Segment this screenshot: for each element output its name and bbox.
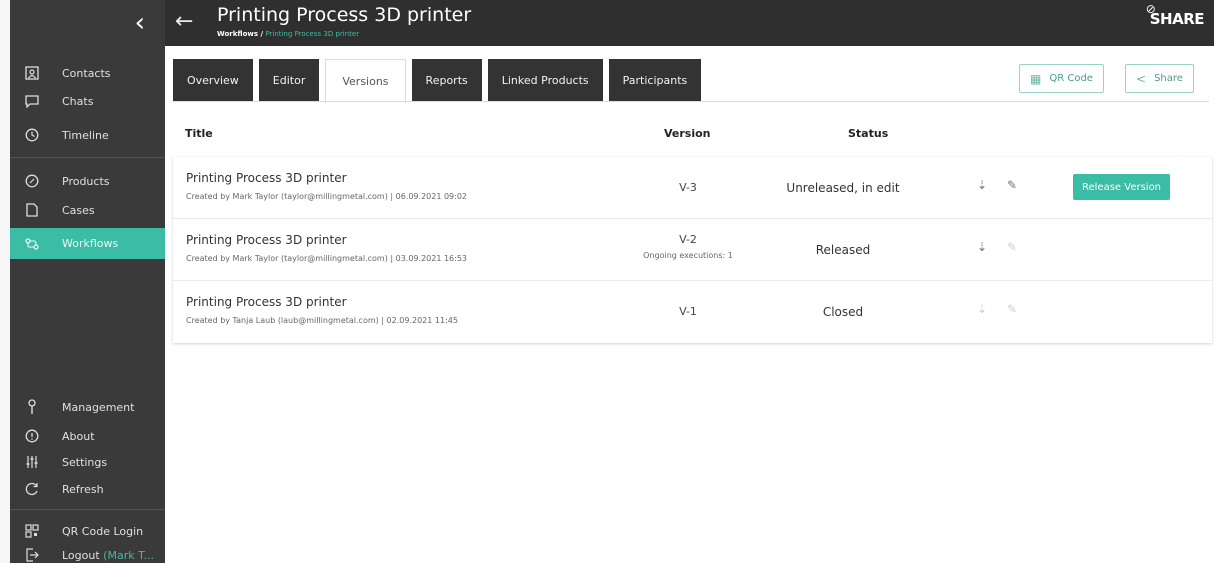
sidebar-item-label: Management: [62, 400, 135, 414]
column-header-version: Version: [664, 127, 711, 140]
cases-icon: [24, 202, 40, 218]
table-row[interactable]: Printing Process 3D printer Created by T…: [173, 281, 1212, 343]
column-header-title: Title: [185, 127, 213, 140]
pencil-icon: ✎: [1007, 240, 1018, 254]
tab-versions[interactable]: Versions: [325, 59, 406, 103]
row-title: Printing Process 3D printer: [186, 171, 347, 185]
tabs-divider: [173, 101, 1209, 102]
sidebar-item-refresh[interactable]: Refresh: [10, 475, 165, 503]
column-header-status: Status: [848, 127, 889, 140]
sidebar-item-label: Logout (Mark T...: [62, 549, 154, 562]
row-title: Printing Process 3D printer: [186, 233, 347, 247]
breadcrumb: Workflows / Printing Process 3D printer: [217, 30, 359, 38]
sidebar-item-label: About: [62, 429, 95, 443]
sidebar-item-label: Cases: [62, 203, 95, 217]
tab-bar: Overview Editor Versions Reports Linked …: [173, 59, 707, 103]
chat-icon: [24, 93, 40, 109]
logout-label: Logout: [62, 548, 100, 562]
sidebar-item-products[interactable]: Products: [10, 167, 165, 195]
qr-code-label: QR Code: [1049, 73, 1093, 84]
row-version: V-1: [679, 305, 697, 318]
sidebar-collapse-button[interactable]: ‹: [10, 0, 165, 46]
share-icon: <: [1136, 71, 1147, 86]
row-status: Unreleased, in edit: [786, 181, 900, 195]
row-meta: Created by Tanja Laub (laub@millingmetal…: [186, 316, 458, 325]
sidebar-item-cases[interactable]: Cases: [10, 196, 165, 224]
sidebar-item-management[interactable]: Management: [10, 393, 165, 421]
tab-overview[interactable]: Overview: [173, 59, 253, 101]
window-edge: [0, 0, 10, 563]
info-icon: [24, 428, 40, 444]
sort-icon: ⇣: [977, 302, 988, 316]
share-button[interactable]: < Share: [1125, 64, 1194, 93]
tab-linked-products[interactable]: Linked Products: [487, 59, 603, 101]
qr-icon: ▦: [1030, 71, 1042, 86]
sliders-icon: [24, 454, 40, 470]
pencil-icon[interactable]: ✎: [1007, 178, 1017, 192]
back-arrow-icon[interactable]: ←: [175, 9, 193, 34]
sidebar-item-label: QR Code Login: [62, 524, 144, 538]
sidebar-item-timeline[interactable]: Timeline: [10, 121, 165, 149]
row-version-note: Ongoing executions: 1: [643, 251, 733, 260]
workflows-icon: [24, 236, 40, 252]
qr-code-button[interactable]: ▦ QR Code: [1019, 64, 1104, 93]
row-title: Printing Process 3D printer: [186, 295, 347, 309]
row-status: Closed: [822, 305, 864, 319]
logout-icon: [24, 547, 40, 563]
sidebar-divider: [10, 157, 165, 158]
sidebar-item-label: Settings: [62, 455, 108, 469]
table-row[interactable]: Printing Process 3D printer Created by M…: [173, 219, 1212, 281]
contacts-icon: [24, 65, 40, 81]
row-meta: Created by Mark Taylor (taylor@millingme…: [186, 254, 468, 263]
sidebar-item-label: Products: [62, 174, 110, 188]
sidebar-divider: [10, 509, 165, 510]
table-row[interactable]: Printing Process 3D printer Created by M…: [173, 157, 1212, 219]
logo-mark-icon: ⊘: [1145, 2, 1156, 16]
logout-user: (Mark T...: [103, 548, 154, 562]
sidebar-item-label: Contacts: [62, 66, 111, 80]
versions-table: Printing Process 3D printer Created by M…: [173, 157, 1212, 343]
sidebar-item-label: Timeline: [62, 128, 109, 142]
row-version: V-2: [679, 233, 697, 246]
breadcrumb-workflows[interactable]: Workflows /: [217, 30, 263, 38]
row-version: V-3: [679, 181, 697, 194]
sidebar-item-settings[interactable]: Settings: [10, 448, 165, 476]
share-label: Share: [1154, 73, 1183, 84]
sidebar-item-logout[interactable]: Logout (Mark T...: [10, 541, 165, 563]
sidebar-item-about[interactable]: About: [10, 422, 165, 450]
wrench-icon: [24, 399, 40, 415]
top-header: ← Printing Process 3D printer Workflows …: [165, 0, 1214, 46]
products-icon: [24, 173, 40, 189]
sidebar-item-chats[interactable]: Chats: [10, 87, 165, 115]
breadcrumb-current: Printing Process 3D printer: [265, 30, 360, 38]
sidebar-item-contacts[interactable]: Contacts: [10, 59, 165, 87]
row-meta: Created by Mark Taylor (taylor@millingme…: [186, 192, 468, 201]
clock-icon: [24, 127, 40, 143]
refresh-icon: [24, 481, 40, 497]
sort-icon[interactable]: ⇣: [977, 178, 987, 192]
release-version-button[interactable]: Release Version: [1073, 174, 1171, 200]
chevron-left-icon: ‹: [134, 8, 145, 38]
share-logo: ⊘ SHARE: [1146, 2, 1205, 28]
sidebar: ‹ Contacts Chats Timeline Products Cases: [10, 0, 165, 563]
row-status: Released: [815, 243, 871, 257]
sort-icon[interactable]: ⇣: [977, 240, 987, 254]
pencil-icon: ✎: [1007, 302, 1018, 316]
tab-participants[interactable]: Participants: [608, 59, 702, 101]
sidebar-item-workflows[interactable]: Workflows: [10, 228, 165, 259]
sidebar-item-label: Refresh: [62, 482, 104, 496]
tab-editor[interactable]: Editor: [258, 59, 320, 101]
brand-name: SHARE: [1149, 10, 1205, 28]
sidebar-item-label: Chats: [62, 94, 94, 108]
page-title: Printing Process 3D printer: [217, 4, 472, 26]
sidebar-item-label: Workflows: [62, 237, 119, 250]
tab-reports[interactable]: Reports: [411, 59, 482, 101]
qr-icon: [24, 523, 40, 539]
